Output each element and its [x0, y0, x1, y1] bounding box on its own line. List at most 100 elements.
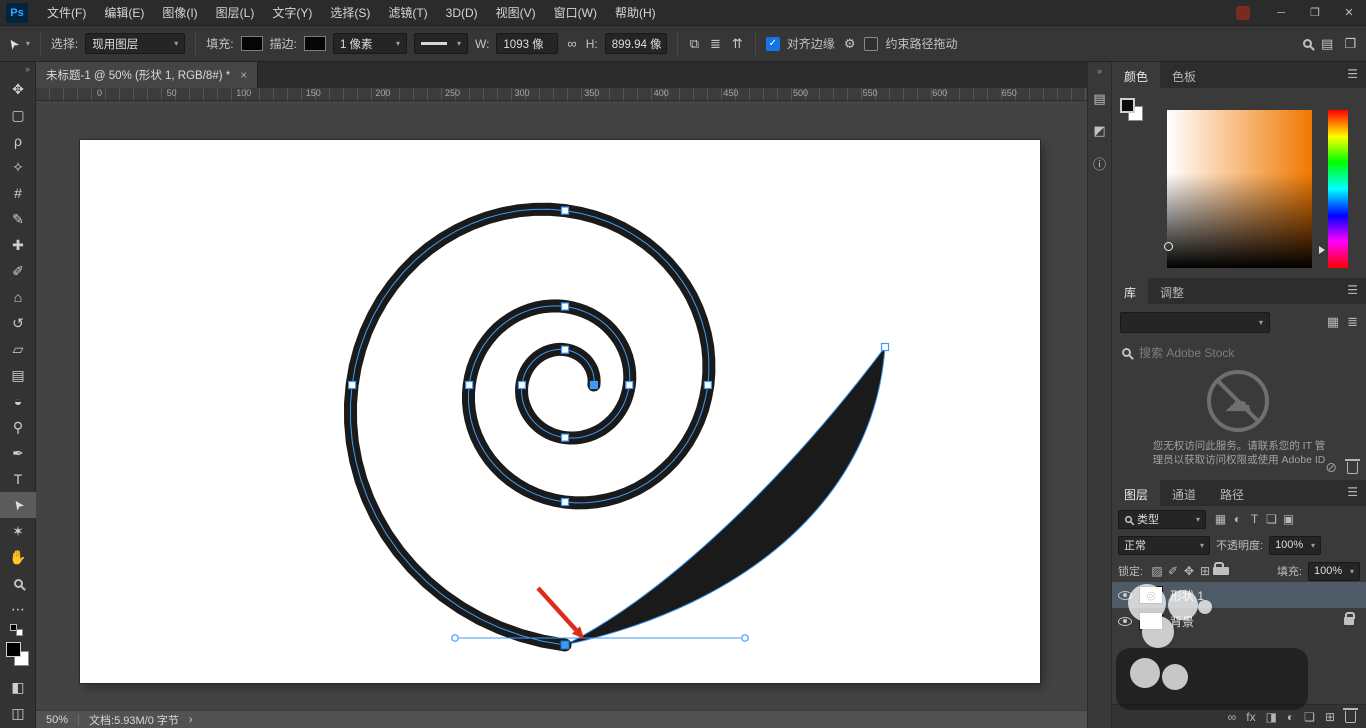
tab-layers-tabs-2[interactable]: 路径	[1208, 480, 1256, 506]
anchor-point[interactable]	[704, 382, 711, 389]
info-icon[interactable]: ⓘ	[1087, 150, 1112, 176]
anchor-point[interactable]	[562, 346, 569, 353]
menu-item-0[interactable]: 文件(F)	[38, 0, 95, 26]
zoom-tool[interactable]	[0, 570, 36, 596]
menu-item-3[interactable]: 图层(L)	[207, 0, 264, 26]
select-mode-dropdown[interactable]: 现用图层 ▾	[85, 33, 185, 54]
lock-all-icon[interactable]	[1213, 567, 1229, 575]
pen-tool[interactable]: ✒	[0, 440, 36, 466]
sync-disabled-icon[interactable]: ⊘	[1325, 459, 1337, 476]
foreground-color-swatch[interactable]	[6, 642, 21, 657]
anchor-point[interactable]	[562, 434, 569, 441]
tool-preset-picker[interactable]: ➤ ▾	[8, 36, 30, 52]
notification-icon[interactable]	[1236, 6, 1250, 20]
toolbar-expand-icon[interactable]: »	[0, 62, 35, 76]
height-input[interactable]: 899.94 像	[605, 33, 667, 54]
tab-color-tabs-1[interactable]: 色板	[1160, 62, 1208, 88]
anchor-point[interactable]	[562, 499, 569, 506]
constrain-path-checkbox[interactable]	[864, 37, 878, 51]
menu-item-7[interactable]: 3D(D)	[437, 0, 487, 26]
menu-item-1[interactable]: 编辑(E)	[95, 0, 153, 26]
tab-library-tabs-1[interactable]: 调整	[1148, 278, 1196, 304]
fill-opacity-dropdown[interactable]: 100% ▾	[1308, 562, 1360, 581]
panel-menu-icon[interactable]: ☰	[1339, 480, 1366, 506]
type-tool[interactable]: T	[0, 466, 36, 492]
anchor-point[interactable]	[562, 207, 569, 214]
hue-slider[interactable]	[1328, 110, 1348, 268]
selected-anchor-point[interactable]	[561, 641, 569, 649]
close-button[interactable]: ✕	[1332, 0, 1366, 26]
width-input[interactable]: 1093 像	[496, 33, 558, 54]
filter-shape-icon[interactable]: ❏	[1263, 512, 1280, 526]
layer-row[interactable]: ◎形状 1	[1112, 582, 1366, 608]
lock-pixels-icon[interactable]: ✐	[1165, 564, 1181, 578]
zoom-level-field[interactable]: 50%	[46, 714, 68, 726]
gradient-tool[interactable]: ▤	[0, 362, 36, 388]
menu-item-10[interactable]: 帮助(H)	[606, 0, 665, 26]
shape-tool[interactable]: ✶	[0, 518, 36, 544]
library-dropdown[interactable]: ▾	[1120, 312, 1270, 333]
move-tool[interactable]: ✥	[0, 76, 36, 102]
photoshop-logo[interactable]: Ps	[6, 3, 28, 23]
lasso-tool[interactable]: ρ	[0, 128, 36, 154]
marquee-tool[interactable]: ▢	[0, 102, 36, 128]
spiral-shape[interactable]	[351, 209, 709, 645]
lock-artboard-icon[interactable]: ⊞	[1197, 564, 1213, 578]
close-tab-icon[interactable]: ×	[240, 68, 247, 82]
more-tools[interactable]: ⋯	[0, 596, 36, 622]
path-operations-icon[interactable]: ⧉	[688, 36, 701, 52]
direction-handle-point[interactable]	[452, 635, 458, 641]
path-selection-tool[interactable]: ➤	[0, 492, 36, 518]
saturation-brightness-picker[interactable]	[1167, 110, 1312, 268]
visibility-eye-icon[interactable]	[1118, 591, 1132, 600]
anchor-point[interactable]	[349, 382, 356, 389]
anchor-point[interactable]	[466, 382, 473, 389]
library-trash-icon[interactable]	[1347, 462, 1358, 474]
brush-tool[interactable]: ✐	[0, 258, 36, 284]
crop-tool[interactable]: #	[0, 180, 36, 206]
link-layers-icon[interactable]: ∞	[1228, 710, 1237, 724]
filter-pixel-icon[interactable]: ▦	[1212, 512, 1229, 526]
layer-row[interactable]: 背景	[1112, 608, 1366, 634]
menu-item-9[interactable]: 窗口(W)	[545, 0, 606, 26]
status-chevron-icon[interactable]: ›	[189, 714, 193, 726]
eyedropper-tool[interactable]: ✎	[0, 206, 36, 232]
eraser-tool[interactable]: ▱	[0, 336, 36, 362]
layer-effects-icon[interactable]: fx	[1246, 710, 1255, 724]
properties-icon[interactable]: ▤	[1087, 86, 1112, 112]
dock-expand-icon[interactable]: »	[1097, 62, 1102, 80]
fill-swatch[interactable]	[241, 36, 263, 51]
menu-item-8[interactable]: 视图(V)	[487, 0, 545, 26]
path-arrangement-icon[interactable]: ⇈	[730, 36, 745, 52]
visibility-eye-icon[interactable]	[1118, 617, 1132, 626]
align-edges-checkbox[interactable]: ✓	[766, 37, 780, 51]
library-search[interactable]: 搜索 Adobe Stock	[1122, 344, 1234, 361]
color-foreground-swatch[interactable]	[1120, 98, 1135, 113]
direction-handle-point[interactable]	[742, 635, 748, 641]
panel-menu-icon[interactable]: ☰	[1339, 278, 1366, 304]
menu-item-5[interactable]: 选择(S)	[321, 0, 379, 26]
list-view-icon[interactable]: ≣	[1347, 314, 1358, 330]
workspace-switcher-icon[interactable]: ❐	[1342, 36, 1358, 52]
opacity-dropdown[interactable]: 100% ▾	[1269, 536, 1321, 555]
healing-brush-tool[interactable]: ✚	[0, 232, 36, 258]
tab-layers-tabs-1[interactable]: 通道	[1160, 480, 1208, 506]
hue-slider-marker[interactable]	[1319, 246, 1325, 254]
horizontal-ruler[interactable]: 050100150200250300350400450500550600650	[36, 88, 1087, 101]
layer-mask-icon[interactable]: ◨	[1266, 710, 1277, 724]
history-brush-tool[interactable]: ↺	[0, 310, 36, 336]
search-icon[interactable]	[1303, 39, 1312, 48]
dodge-tool[interactable]: ⚲	[0, 414, 36, 440]
anchor-point[interactable]	[882, 344, 889, 351]
blur-tool[interactable]: ◒	[0, 388, 36, 414]
adjustments-icon[interactable]: ◩	[1087, 118, 1112, 144]
stroke-type-dropdown[interactable]: ▾	[414, 33, 468, 54]
new-adjustment-icon[interactable]: ◐	[1287, 710, 1294, 724]
quick-mask-button[interactable]: ◧	[0, 674, 36, 700]
menu-item-6[interactable]: 滤镜(T)	[379, 0, 436, 26]
hand-tool[interactable]: ✋	[0, 544, 36, 570]
delete-layer-icon[interactable]	[1345, 711, 1356, 723]
default-colors-icon[interactable]	[0, 622, 36, 638]
clone-stamp-tool[interactable]: ⌂	[0, 284, 36, 310]
lock-transparent-icon[interactable]: ▨	[1149, 564, 1165, 578]
